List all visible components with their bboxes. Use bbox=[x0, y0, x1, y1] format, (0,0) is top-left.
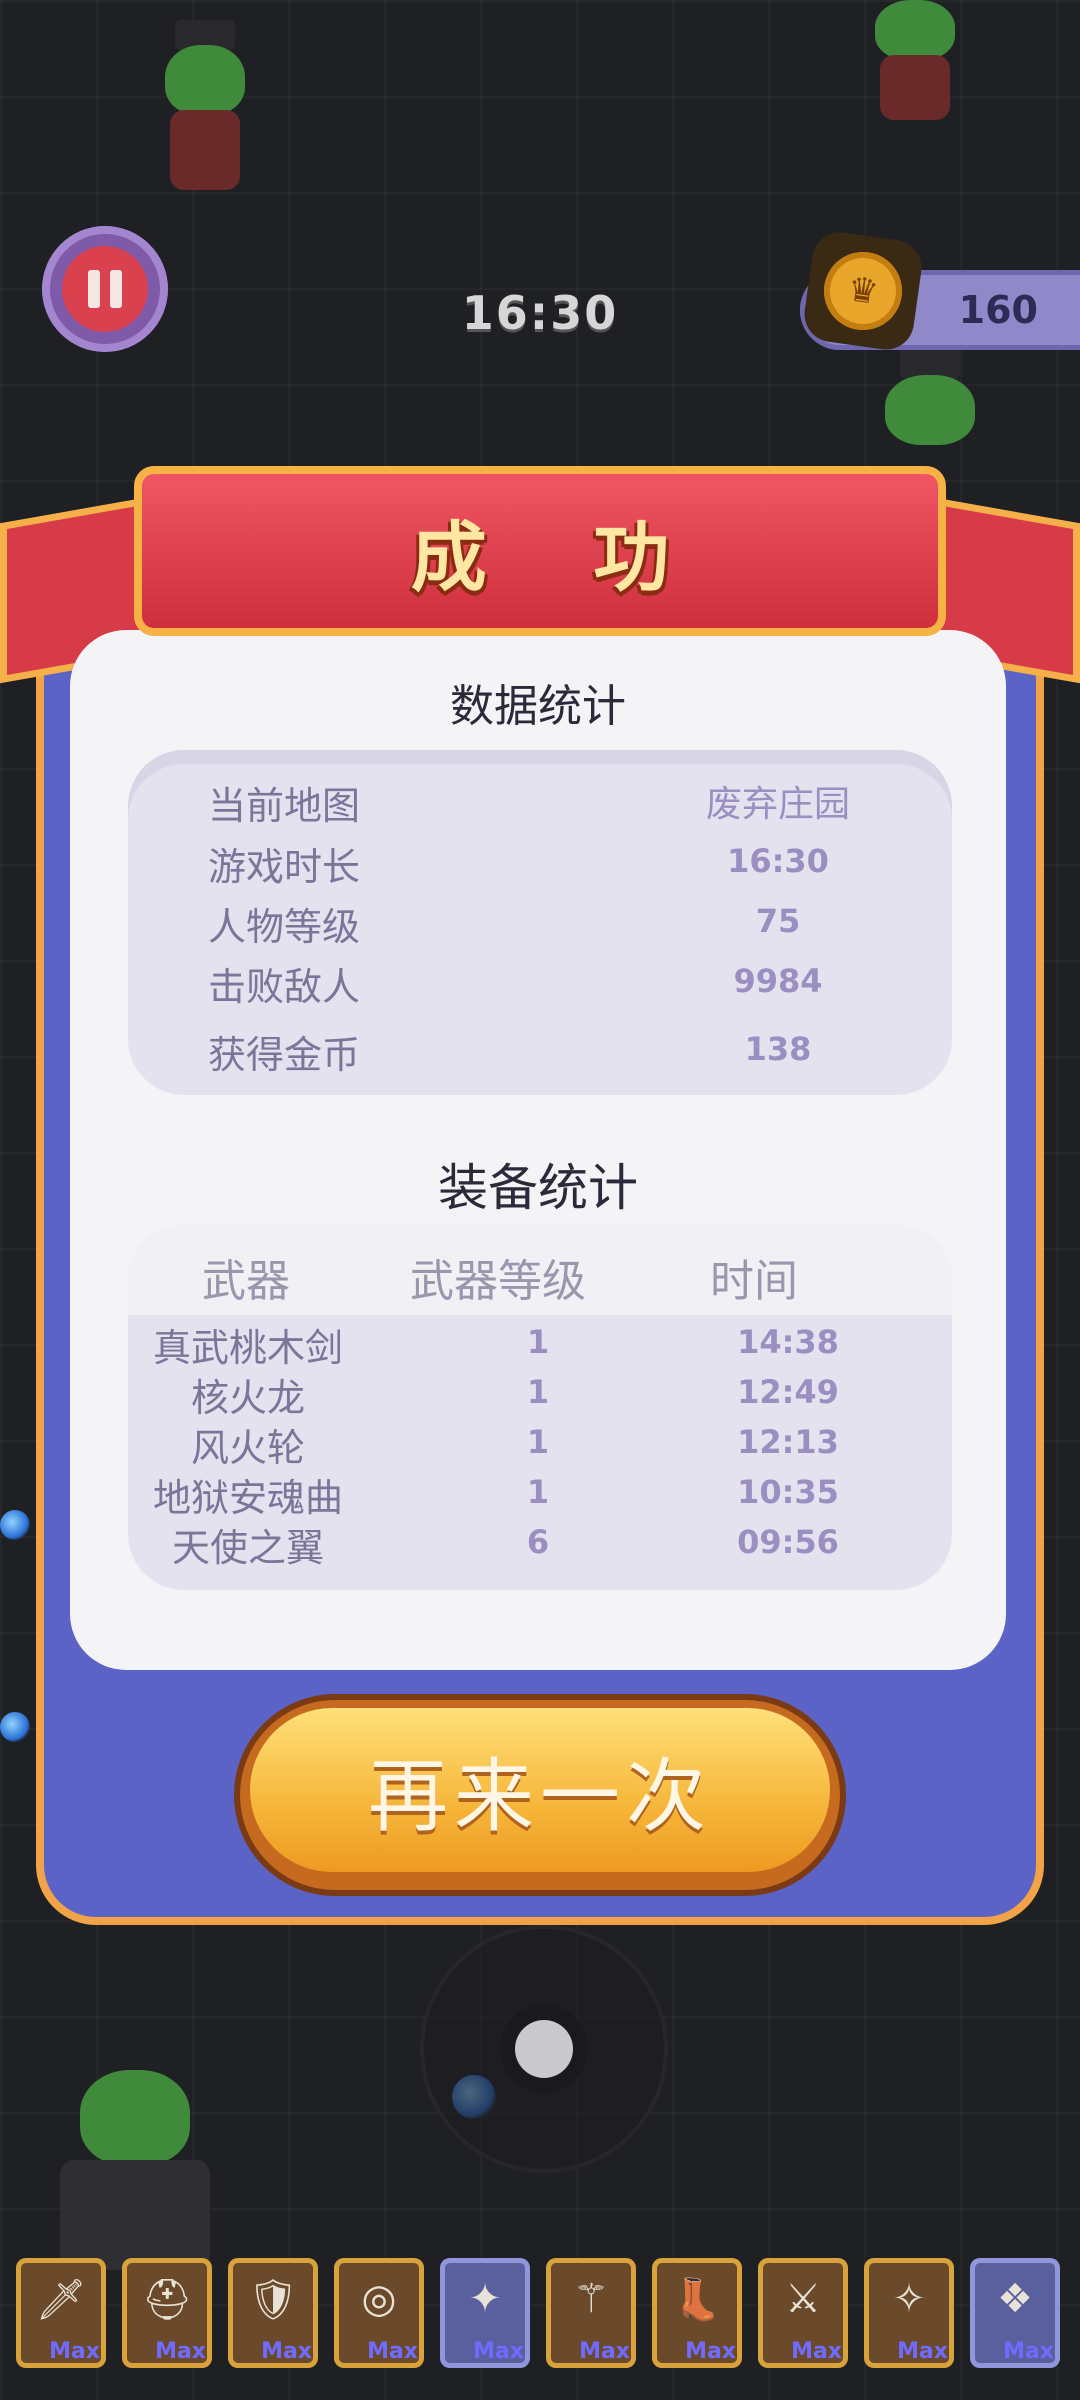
weapon-name: 风火轮 bbox=[190, 1426, 305, 1470]
fish-icon: ✧ bbox=[892, 2276, 926, 2322]
max-badge: Max bbox=[473, 2339, 524, 2364]
stats-table: 当前地图 废弃庄园 游戏时长 16:30 人物等级 75 击败敌人 9984 获… bbox=[128, 750, 952, 1095]
ring-icon: ◎ bbox=[361, 2276, 397, 2322]
weapon-level: 1 bbox=[526, 1473, 550, 1511]
staff-icon: ⚚ bbox=[573, 2276, 609, 2322]
table-row: 核火龙 1 12:49 bbox=[128, 1367, 952, 1420]
equipment-slot[interactable]: ✦ Max bbox=[440, 2258, 530, 2368]
equipment-slot[interactable]: 👢 Max bbox=[652, 2258, 742, 2368]
max-badge: Max bbox=[579, 2339, 630, 2364]
zombie-enemy bbox=[860, 0, 970, 120]
equipment-slot[interactable]: 🗡 Max bbox=[16, 2258, 106, 2368]
column-header-weapon: 武器 bbox=[202, 1256, 290, 1307]
max-badge: Max bbox=[791, 2339, 842, 2364]
title-ribbon: 成 功 bbox=[134, 466, 946, 636]
sword-icon: 🗡 bbox=[35, 2277, 87, 2323]
boots-icon: 👢 bbox=[672, 2277, 722, 2323]
table-row: 天使之翼 6 09:56 bbox=[128, 1517, 952, 1570]
stat-label: 游戏时长 bbox=[208, 845, 361, 889]
equipment-slot[interactable]: ⚔ Max bbox=[758, 2258, 848, 2368]
crown-coin-icon: ♛ bbox=[800, 228, 926, 354]
stat-value: 75 bbox=[755, 902, 801, 940]
game-timer: 16:30 bbox=[461, 286, 619, 340]
shield-icon: 🛡 bbox=[247, 2277, 299, 2323]
max-badge: Max bbox=[897, 2339, 948, 2364]
weapon-level: 1 bbox=[526, 1423, 550, 1461]
column-header-time: 时间 bbox=[710, 1256, 798, 1307]
weapon-time: 09:56 bbox=[737, 1523, 839, 1561]
equipment-slot[interactable]: ❖ Max bbox=[970, 2258, 1060, 2368]
weapon-name: 地狱安魂曲 bbox=[152, 1476, 343, 1520]
equipment-table-header: 武器 武器等级 时间 bbox=[128, 1225, 952, 1315]
stat-label: 人物等级 bbox=[208, 905, 361, 949]
coin-count: 160 bbox=[958, 288, 1038, 332]
weapon-name: 真武桃木剑 bbox=[152, 1326, 343, 1370]
equipment-slot[interactable]: ◎ Max bbox=[334, 2258, 424, 2368]
weapon-time: 14:38 bbox=[737, 1323, 839, 1361]
weapon-time: 12:49 bbox=[737, 1373, 839, 1411]
weapon-level: 1 bbox=[526, 1323, 550, 1361]
weapon-name: 天使之翼 bbox=[171, 1526, 324, 1570]
wings-icon: ✦ bbox=[468, 2276, 502, 2322]
joystick-knob[interactable] bbox=[500, 2005, 588, 2093]
zombie-enemy bbox=[40, 2070, 240, 2270]
equipment-table: 武器 武器等级 时间 真武桃木剑 1 14:38 核火龙 1 12:49 风火轮… bbox=[128, 1225, 952, 1590]
weapon-time: 10:35 bbox=[737, 1473, 839, 1511]
max-badge: Max bbox=[261, 2339, 312, 2364]
weapon-level: 1 bbox=[526, 1373, 550, 1411]
stat-value: 9984 bbox=[733, 962, 823, 1000]
max-badge: Max bbox=[685, 2339, 736, 2364]
table-row: 风火轮 1 12:13 bbox=[128, 1417, 952, 1470]
max-badge: Max bbox=[1003, 2339, 1054, 2364]
table-row: 真武桃木剑 1 14:38 bbox=[128, 1317, 952, 1370]
blade-icon: ⚔ bbox=[785, 2276, 821, 2322]
demon-wings-icon: ❖ bbox=[997, 2276, 1033, 2322]
stat-value: 废弃庄园 bbox=[705, 784, 850, 825]
xp-orb bbox=[0, 1510, 30, 1540]
xp-orb bbox=[0, 1712, 30, 1742]
max-badge: Max bbox=[367, 2339, 418, 2364]
stats-section-title: 数据统计 bbox=[450, 681, 626, 732]
max-badge: Max bbox=[49, 2339, 100, 2364]
play-again-button[interactable]: 再来一次 bbox=[240, 1700, 840, 1890]
zombie-enemy bbox=[870, 345, 990, 475]
stat-label: 击败敌人 bbox=[208, 965, 361, 1009]
zombie-enemy bbox=[150, 20, 260, 190]
helmet-icon: ⛑ bbox=[141, 2277, 193, 2323]
max-badge: Max bbox=[155, 2339, 206, 2364]
equipment-slot[interactable]: ⚚ Max bbox=[546, 2258, 636, 2368]
stat-value: 138 bbox=[744, 1030, 812, 1068]
stat-row: 获得金币 138 bbox=[128, 1024, 952, 1080]
stat-row: 当前地图 废弃庄园 bbox=[128, 775, 952, 831]
table-row: 地狱安魂曲 1 10:35 bbox=[128, 1467, 952, 1520]
weapon-time: 12:13 bbox=[737, 1423, 839, 1461]
equipment-slot[interactable]: ✧ Max bbox=[864, 2258, 954, 2368]
play-again-label: 再来一次 bbox=[368, 1750, 712, 1843]
column-header-level: 武器等级 bbox=[410, 1256, 586, 1307]
weapon-name: 核火龙 bbox=[190, 1376, 305, 1420]
stat-row: 人物等级 75 bbox=[128, 896, 952, 952]
pause-button[interactable] bbox=[42, 226, 168, 352]
dialog-title: 成 功 bbox=[410, 513, 710, 602]
weapon-level: 6 bbox=[526, 1523, 550, 1561]
virtual-joystick[interactable] bbox=[420, 1925, 668, 2173]
equipment-slot[interactable]: ⛑ Max bbox=[122, 2258, 212, 2368]
stat-row: 击败敌人 9984 bbox=[128, 956, 952, 1012]
stat-value: 16:30 bbox=[727, 842, 829, 880]
pause-icon bbox=[62, 246, 148, 332]
equipment-slot[interactable]: 🛡 Max bbox=[228, 2258, 318, 2368]
stat-row: 游戏时长 16:30 bbox=[128, 836, 952, 892]
stat-label: 当前地图 bbox=[208, 784, 361, 828]
equip-section-title: 装备统计 bbox=[438, 1159, 638, 1217]
stat-label: 获得金币 bbox=[208, 1033, 361, 1077]
